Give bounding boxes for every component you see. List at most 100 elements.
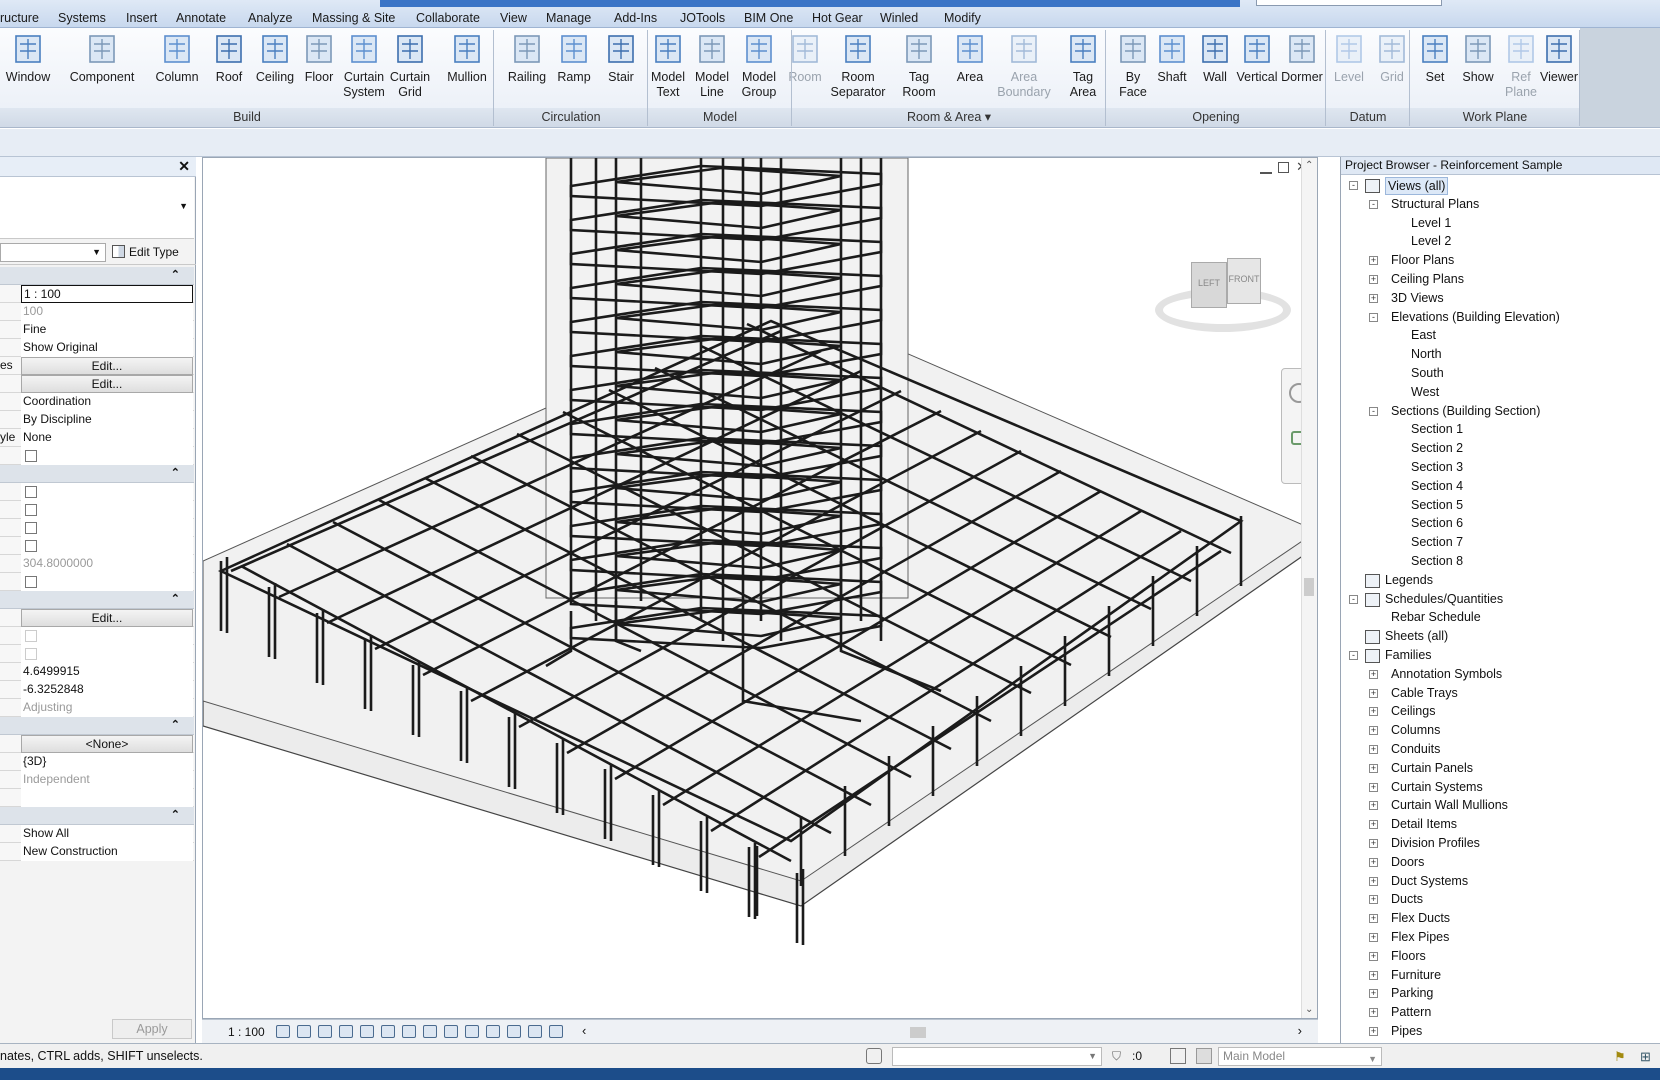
- column-button[interactable]: Column: [148, 32, 206, 85]
- property-checkbox[interactable]: [25, 648, 37, 660]
- filter-icon[interactable]: ⛉: [1112, 1049, 1121, 1064]
- type-selector[interactable]: ▼: [0, 177, 194, 239]
- property-value[interactable]: Independent: [21, 771, 193, 789]
- reveal-hidden-icon[interactable]: [465, 1025, 479, 1038]
- property-checkbox[interactable]: [25, 540, 37, 552]
- tree-item-curtain-systems[interactable]: + Curtain Systems: [1341, 779, 1659, 797]
- vertical-button[interactable]: Vertical: [1236, 32, 1278, 85]
- help-search-input[interactable]: [1256, 0, 1442, 6]
- shadows-icon[interactable]: [339, 1025, 353, 1038]
- scroll-down-icon[interactable]: ⌄: [1305, 1004, 1313, 1015]
- instance-filter-dropdown[interactable]: ▼: [0, 243, 106, 262]
- grid-button[interactable]: Grid: [1370, 32, 1414, 85]
- ramp-button[interactable]: Ramp: [552, 32, 596, 85]
- tree-item-section-5[interactable]: Section 5: [1341, 497, 1659, 515]
- menu-modify[interactable]: Modify: [944, 11, 981, 27]
- scroll-left-icon[interactable]: ‹: [582, 1023, 586, 1038]
- collapse-icon[interactable]: ⌃: [171, 718, 180, 731]
- curtain-grid-button[interactable]: Curtain Grid: [388, 32, 432, 100]
- menu-massing-site[interactable]: Massing & Site: [312, 11, 395, 27]
- expand-icon[interactable]: +: [1369, 989, 1378, 999]
- wall-button[interactable]: Wall: [1194, 32, 1236, 85]
- tree-item-schedules-quantities[interactable]: - Schedules/Quantities: [1341, 591, 1659, 609]
- property-edit-button[interactable]: <None>: [21, 735, 193, 753]
- view-scale[interactable]: 1 : 100: [228, 1025, 265, 1039]
- menu-collaborate[interactable]: Collaborate: [416, 11, 480, 27]
- tree-item-duct-systems[interactable]: + Duct Systems: [1341, 873, 1659, 891]
- property-value[interactable]: New Construction: [21, 843, 193, 861]
- view-minimize-icon[interactable]: [1260, 164, 1272, 174]
- panel-build[interactable]: Build: [0, 108, 494, 127]
- property-edit-button[interactable]: Edit...: [21, 609, 193, 627]
- expand-icon[interactable]: +: [1369, 876, 1378, 886]
- area-boundary-button[interactable]: Area Boundary: [994, 32, 1054, 100]
- reveal-constraints-icon[interactable]: [528, 1025, 542, 1038]
- tree-item-west[interactable]: West: [1341, 384, 1659, 402]
- design-option-dropdown[interactable]: Main Model ▼: [1218, 1047, 1382, 1066]
- menu-add-ins[interactable]: Add-Ins: [614, 11, 657, 27]
- expand-icon[interactable]: +: [1369, 895, 1378, 905]
- analytical-model-icon[interactable]: [486, 1025, 500, 1038]
- expand-icon[interactable]: +: [1369, 688, 1378, 698]
- room-separator-button[interactable]: Room Separator: [824, 32, 892, 100]
- property-checkbox[interactable]: [25, 504, 37, 516]
- expand-icon[interactable]: +: [1369, 857, 1378, 867]
- expand-icon[interactable]: +: [1369, 293, 1378, 303]
- menu-ructure[interactable]: ructure: [0, 11, 39, 27]
- panel-circulation[interactable]: Circulation: [494, 108, 648, 127]
- apply-button[interactable]: Apply: [112, 1019, 192, 1039]
- panel-datum[interactable]: Datum: [1326, 108, 1410, 127]
- panel-work-plane[interactable]: Work Plane: [1410, 108, 1580, 127]
- tree-item-section-1[interactable]: Section 1: [1341, 421, 1659, 439]
- property-value[interactable]: By Discipline: [21, 411, 193, 429]
- expand-icon[interactable]: +: [1369, 970, 1378, 980]
- show-button[interactable]: Show: [1456, 32, 1500, 85]
- menu-annotate[interactable]: Annotate: [176, 11, 226, 27]
- workset-icon[interactable]: [866, 1048, 882, 1064]
- property-value[interactable]: Show All: [21, 825, 193, 843]
- model-group-button[interactable]: Model Group: [734, 32, 784, 100]
- expand-icon[interactable]: +: [1369, 707, 1378, 717]
- area-button[interactable]: Area: [946, 32, 994, 85]
- railing-button[interactable]: Railing: [502, 32, 552, 85]
- tree-item-curtain-panels[interactable]: + Curtain Panels: [1341, 760, 1659, 778]
- dormer-button[interactable]: Dormer: [1276, 32, 1328, 85]
- collapse-icon[interactable]: -: [1349, 181, 1358, 190]
- tree-item-flex-ducts[interactable]: + Flex Ducts: [1341, 910, 1659, 928]
- expand-icon[interactable]: +: [1369, 951, 1378, 961]
- by-face-button[interactable]: By Face: [1112, 32, 1154, 100]
- tree-item-furniture[interactable]: + Furniture: [1341, 967, 1659, 985]
- collapse-icon[interactable]: -: [1369, 312, 1378, 322]
- tree-item-division-profiles[interactable]: + Division Profiles: [1341, 835, 1659, 853]
- tree-item-section-3[interactable]: Section 3: [1341, 459, 1659, 477]
- show-crop-icon[interactable]: [402, 1025, 416, 1038]
- tree-item-annotation-symbols[interactable]: + Annotation Symbols: [1341, 666, 1659, 684]
- tree-item-parking[interactable]: + Parking: [1341, 985, 1659, 1003]
- floor-button[interactable]: Floor: [298, 32, 340, 85]
- menu-hot-gear[interactable]: Hot Gear: [812, 11, 863, 27]
- menu-bim-one[interactable]: BIM One: [744, 11, 793, 27]
- tree-item-3d-views[interactable]: +3D Views: [1341, 290, 1659, 308]
- menu-insert[interactable]: Insert: [126, 11, 157, 27]
- expand-icon[interactable]: +: [1369, 914, 1378, 924]
- vertical-scrollbar[interactable]: ⌃ ⌄: [1301, 158, 1317, 1018]
- expand-icon[interactable]: +: [1369, 801, 1378, 811]
- property-group-header[interactable]: ⌃: [0, 717, 194, 735]
- expand-icon[interactable]: +: [1369, 275, 1378, 284]
- tree-item-north[interactable]: North: [1341, 346, 1659, 364]
- window-button[interactable]: Window: [0, 32, 56, 85]
- horizontal-scrollbar[interactable]: ‹ ›: [582, 1023, 1302, 1040]
- chevron-down-icon[interactable]: ▼: [1368, 1051, 1377, 1068]
- viewer-button[interactable]: Viewer: [1536, 32, 1582, 85]
- expand-icon[interactable]: +: [1369, 1008, 1378, 1018]
- expand-icon[interactable]: +: [1369, 1027, 1378, 1036]
- chevron-down-icon[interactable]: ▼: [92, 247, 101, 257]
- worksharing-icon[interactable]: [549, 1025, 563, 1038]
- collapse-icon[interactable]: -: [1349, 651, 1358, 660]
- detail-level-icon[interactable]: [276, 1025, 290, 1038]
- roof-button[interactable]: Roof: [206, 32, 252, 85]
- property-value[interactable]: -6.3252848: [21, 681, 193, 699]
- viewcube-front-face[interactable]: FRONT: [1227, 258, 1261, 304]
- tree-item-floor-plans[interactable]: + Floor Plans: [1341, 252, 1659, 270]
- property-value[interactable]: 100: [21, 303, 193, 321]
